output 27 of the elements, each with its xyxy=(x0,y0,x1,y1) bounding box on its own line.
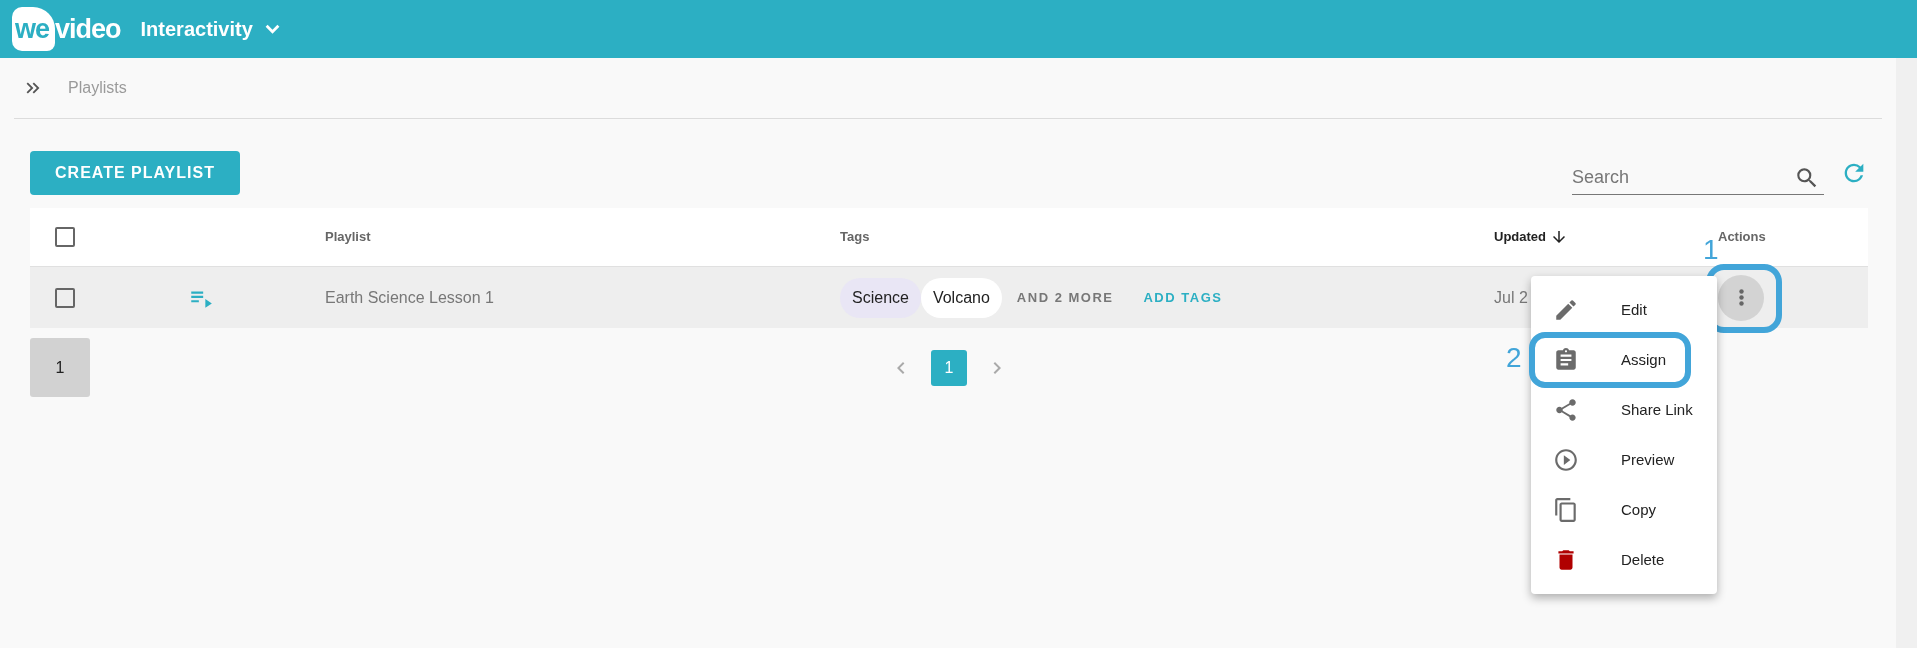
menu-item[interactable]: Copy xyxy=(1531,485,1717,535)
menu-item[interactable]: Preview xyxy=(1531,435,1717,485)
tag-chip[interactable]: Science xyxy=(840,277,921,318)
updated-date: Jul 2 xyxy=(1494,287,1528,308)
column-header[interactable]: Updated xyxy=(1494,227,1546,247)
column-header[interactable]: Actions xyxy=(1718,227,1766,247)
menu-item[interactable]: Share Link xyxy=(1531,385,1717,435)
clipboard-icon xyxy=(1553,347,1579,373)
callout-number: 1 xyxy=(1703,236,1719,263)
playlist-name[interactable]: Earth Science Lesson 1 xyxy=(325,285,494,310)
menu-item[interactable]: Assign xyxy=(1531,335,1717,385)
chevron-down-icon xyxy=(264,24,280,34)
callout-number: 2 xyxy=(1506,341,1522,375)
column-header[interactable]: Tags xyxy=(840,227,870,247)
more-tags-label[interactable]: AND 2 MORE xyxy=(1016,287,1114,308)
menu-item[interactable]: Edit xyxy=(1531,285,1717,335)
column-header[interactable]: Playlist xyxy=(325,227,371,247)
pencil-icon xyxy=(1553,297,1579,323)
menu-item[interactable]: Delete xyxy=(1531,535,1717,585)
kebab-icon xyxy=(1738,289,1744,306)
share-icon xyxy=(1553,397,1579,423)
checkbox[interactable] xyxy=(55,227,75,247)
tag-chip[interactable]: Volcano xyxy=(920,277,1002,318)
copy-icon xyxy=(1553,497,1579,523)
page-size-select[interactable]: 1 xyxy=(30,338,90,397)
sort-down-icon[interactable] xyxy=(1550,228,1568,246)
checkbox[interactable] xyxy=(55,287,75,308)
